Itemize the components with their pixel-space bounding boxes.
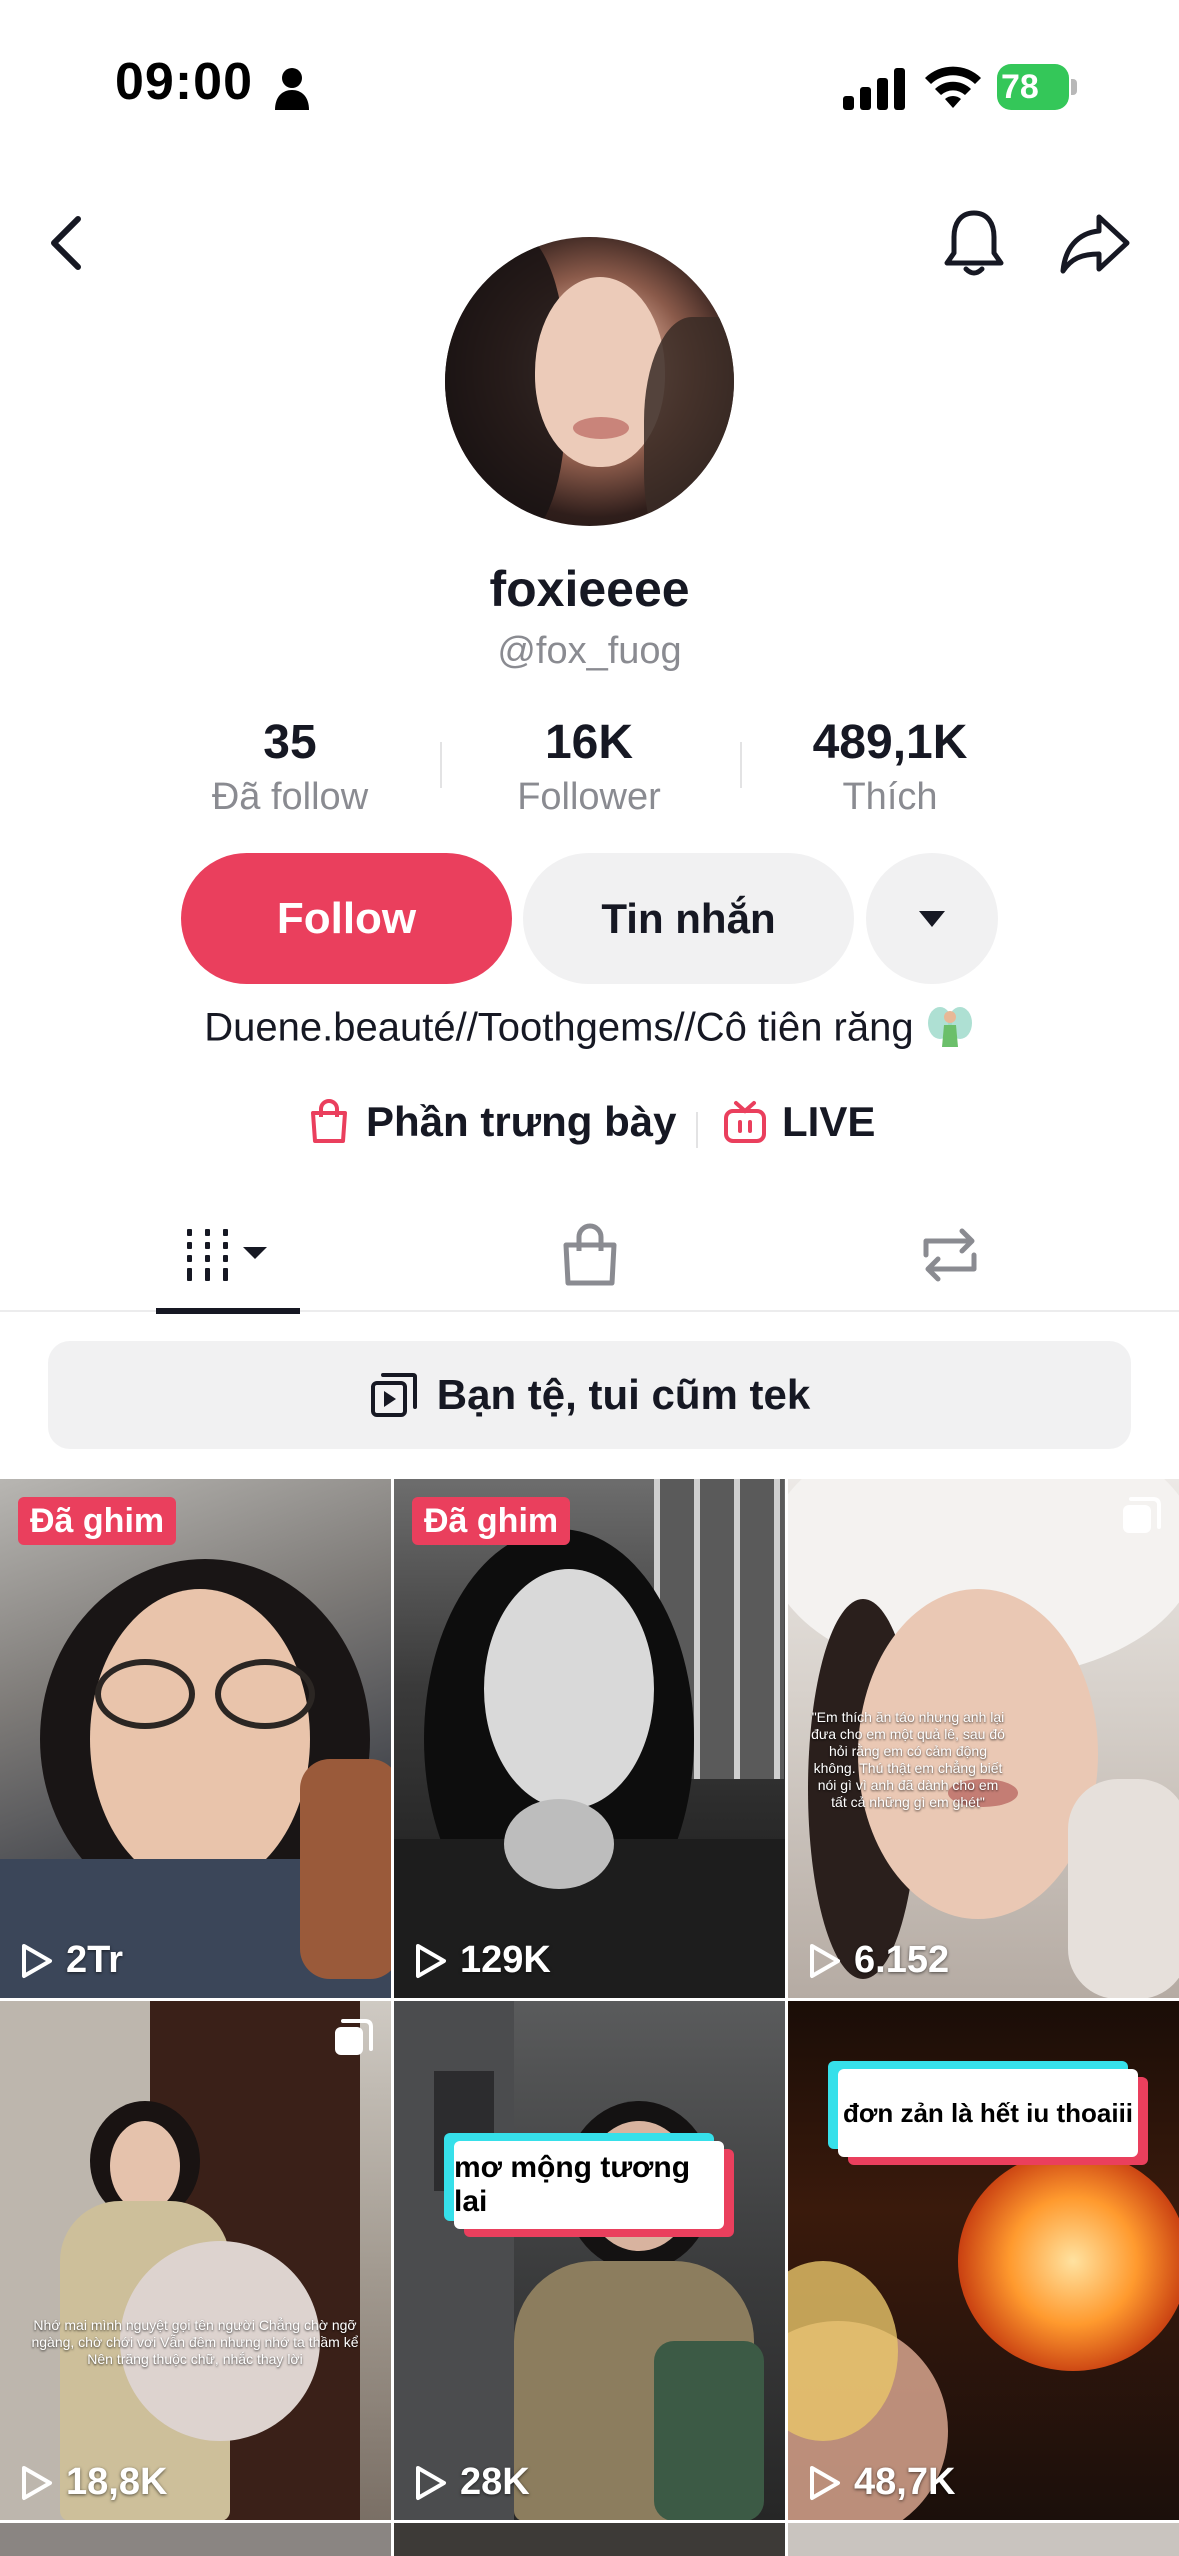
overlay-caption: "Em thích ăn táo nhưng anh lại đưa cho e… — [811, 1709, 1005, 1810]
video-thumbnail[interactable] — [0, 2523, 391, 2556]
video-grid-icon — [187, 1229, 267, 1281]
view-count: 28K — [410, 2461, 530, 2504]
playlist-icon — [370, 1373, 417, 1417]
view-count-text: 18,8K — [66, 2461, 168, 2503]
tab-shop[interactable] — [540, 1200, 640, 1310]
video-thumbnail[interactable]: Đã ghim 2Tr — [0, 1479, 391, 1998]
video-thumbnail[interactable]: đơn zản là hết iu thoaiii 48,7K — [788, 2001, 1179, 2520]
video-thumbnail[interactable]: "Em thích ăn táo nhưng anh lại đưa cho e… — [788, 1479, 1179, 1998]
username-handle: @fox_fuog — [497, 630, 682, 672]
chevron-left-icon — [51, 216, 81, 270]
status-bar: 09:00 78 — [0, 0, 1179, 170]
fairy-emoji-icon — [927, 1007, 972, 1047]
view-count-text: 2Tr — [66, 1939, 124, 1981]
view-count: 6.152 — [804, 1939, 949, 1982]
bio-text: Duene.beauté//Toothgems//Cô tiên răng — [204, 1005, 914, 1050]
profile-stats: 35 Đã follow 16K Follower 489,1K Thích — [0, 715, 1179, 825]
overlay-caption: Nhớ mai mình nguyệt gọi tên người Chẳng … — [31, 2317, 359, 2367]
repost-icon — [923, 1228, 977, 1282]
play-icon — [810, 2465, 840, 2500]
stat-divider — [440, 742, 442, 788]
video-thumbnail[interactable]: Nhớ mai mình nguyệt gọi tên người Chẳng … — [0, 2001, 391, 2520]
followers-count: 16K — [544, 716, 634, 769]
pinned-badge: Đã ghim — [412, 1497, 571, 1545]
live-link[interactable]: LIVE — [722, 1098, 875, 1146]
showcase-link[interactable]: Phần trưng bày — [306, 1098, 676, 1146]
pinned-badge: Đã ghim — [18, 1497, 177, 1545]
stat-followers[interactable]: 16K Follower — [459, 715, 719, 819]
play-icon — [22, 2465, 52, 2500]
playlist-title: Bạn tệ, tui cũm tek — [436, 1371, 811, 1418]
bell-icon — [944, 210, 1004, 276]
view-count: 18,8K — [16, 2461, 167, 2504]
stat-following[interactable]: 35 Đã follow — [160, 715, 420, 819]
battery-indicator: 78 — [997, 64, 1077, 110]
caption-sticker: mơ mộng tương lai — [454, 2141, 724, 2229]
notification-button[interactable] — [934, 200, 1014, 286]
stat-divider — [740, 742, 742, 788]
profile-links: Phần trưng bày LIVE — [0, 1098, 1179, 1168]
play-icon — [22, 1943, 52, 1978]
live-label: LIVE — [782, 1098, 876, 1145]
message-button[interactable]: Tin nhắn — [523, 853, 854, 984]
caret-down-icon — [919, 910, 945, 927]
play-icon — [416, 2465, 446, 2500]
likes-count: 489,1K — [812, 716, 968, 769]
links-divider — [696, 1112, 698, 1148]
playlist-card[interactable]: Bạn tệ, tui cũm tek — [48, 1341, 1131, 1449]
following-count: 35 — [263, 716, 317, 769]
profile-bio: Duene.beauté//Toothgems//Cô tiên răng — [0, 1005, 1179, 1055]
showcase-label: Phần trưng bày — [366, 1098, 677, 1145]
video-thumbnail[interactable] — [394, 2523, 785, 2556]
share-button[interactable] — [1052, 200, 1138, 286]
video-thumbnail[interactable]: Đã ghim 129K — [394, 1479, 785, 1998]
video-thumbnail[interactable] — [788, 2523, 1179, 2556]
view-count-text: 129K — [460, 1939, 551, 1981]
caption-sticker: đơn zản là hết iu thoaiii — [838, 2069, 1138, 2157]
wifi-icon — [925, 66, 981, 108]
view-count: 48,7K — [804, 2461, 955, 2504]
more-options-button[interactable] — [866, 853, 998, 984]
profile-tabs — [0, 1200, 1179, 1314]
person-icon — [275, 68, 309, 110]
back-button[interactable] — [30, 200, 102, 286]
live-tv-icon — [724, 1101, 766, 1143]
following-label: Đã follow — [211, 776, 369, 818]
profile-actions: Follow Tin nhắn — [0, 853, 1179, 985]
play-icon — [416, 1943, 446, 1978]
multi-photo-icon — [335, 2019, 373, 2055]
multi-photo-icon — [1123, 1497, 1161, 1533]
display-name: foxieeee — [489, 561, 690, 617]
video-thumbnail[interactable]: mơ mộng tương lai 28K — [394, 2001, 785, 2520]
stat-likes[interactable]: 489,1K Thích — [760, 715, 1020, 819]
view-count-text: 48,7K — [854, 2461, 956, 2503]
followers-label: Follower — [517, 776, 661, 818]
shopping-bag-icon — [563, 1223, 617, 1286]
status-time: 09:00 — [115, 53, 253, 111]
likes-label: Thích — [842, 776, 938, 818]
share-arrow-icon — [1060, 214, 1130, 274]
view-count-text: 6.152 — [854, 1939, 950, 1981]
tab-videos[interactable] — [156, 1200, 300, 1314]
play-icon — [810, 1943, 840, 1978]
cellular-signal-icon — [843, 68, 905, 110]
follow-button[interactable]: Follow — [181, 853, 512, 984]
avatar[interactable] — [445, 237, 734, 526]
battery-level: 78 — [1001, 68, 1039, 106]
view-count: 2Tr — [16, 1939, 123, 1982]
view-count: 129K — [410, 1939, 551, 1982]
tab-reposts[interactable] — [900, 1200, 1000, 1310]
shopping-bag-icon — [311, 1099, 347, 1143]
view-count-text: 28K — [460, 2461, 530, 2503]
